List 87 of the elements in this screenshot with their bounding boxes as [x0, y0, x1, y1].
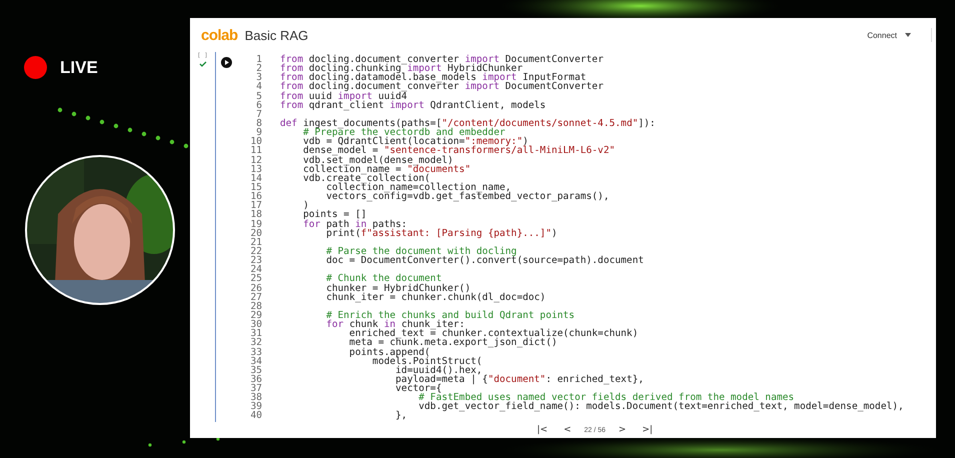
line-number: 28	[249, 302, 262, 311]
line-number: 9	[256, 128, 262, 138]
code-line: payload=meta | {"document": enriched_text},	[394, 374, 644, 384]
first-page-button[interactable]: |<	[534, 425, 551, 435]
code-line: # Parse the document with docling	[325, 246, 517, 256]
line-number: 2	[255, 64, 262, 74]
code-line: dense_model = "sentence-transformers/all-MiniLM-L6-v2"	[302, 146, 616, 156]
code-line: collection_name=collection_name,	[326, 182, 512, 192]
code-line: from docling.document_converter import DocumentConverter	[280, 55, 604, 64]
line-number: 1	[255, 55, 262, 64]
line-number: 33	[249, 348, 262, 357]
code-line: id=uuid4().hex,	[396, 366, 482, 375]
caret-icon	[905, 33, 911, 37]
line-number: 26	[249, 284, 262, 293]
code-line: models.PointStruct(	[372, 356, 482, 366]
line-number: 37	[249, 384, 262, 394]
line-number: 34	[249, 356, 262, 366]
notebook-title[interactable]: Basic RAG	[244, 28, 308, 42]
next-page-button[interactable]: >	[616, 425, 630, 435]
line-number: 32	[249, 338, 262, 348]
line-number: 4	[255, 82, 262, 92]
code-line: # FastEmbed uses named vector fields derived from the model names	[418, 393, 794, 402]
line-number: 35	[249, 366, 262, 375]
code-line: vdb = QdrantClient(location=":memory:")	[302, 137, 528, 146]
code-line: vectors_config=vdb.get_fastembed_vector_params(),	[325, 192, 610, 202]
code-line: # Prepare the vectordb and embedder	[302, 128, 506, 138]
line-number: 22	[249, 246, 262, 256]
line-number: 18	[249, 210, 262, 220]
line-number: 23	[249, 256, 262, 266]
line-number: 40	[249, 411, 262, 421]
run-icon[interactable]	[221, 57, 232, 68]
line-number: 31	[249, 329, 262, 338]
code-line: from qdrant_client import QdrantClient, models	[280, 100, 546, 110]
line-number: 24	[249, 265, 262, 274]
line-number: 3	[255, 73, 262, 82]
code-line: for chunk in chunk_iter:	[325, 320, 465, 330]
line-number: 5	[255, 92, 262, 101]
line-number: 21	[249, 238, 262, 247]
live-label: LIVE	[60, 58, 98, 78]
line-number: 16	[249, 192, 262, 202]
code-line: # Enrich the chunks and build Qdrant points	[325, 310, 575, 320]
code-line: )	[302, 201, 309, 210]
code-line: vector={	[394, 384, 442, 394]
line-number: 14	[249, 174, 262, 183]
code-line: from uuid import uuid4	[280, 92, 408, 101]
code-line: chunk_iter = chunker.chunk(dl_doc=doc)	[325, 292, 546, 302]
line-number: 39	[249, 402, 262, 412]
code-line: points.append(	[348, 348, 430, 357]
code-line: from docling.document_converter import DocumentConverter	[280, 82, 604, 92]
line-number: 8	[255, 118, 262, 128]
code-line: points = []	[302, 210, 367, 220]
code-line: def ingest_documents(paths=["/content/documents/sonnet-4.5.md"]):	[280, 118, 656, 128]
colab-logo: colab	[201, 26, 238, 44]
line-number: 20	[249, 228, 262, 238]
line-number: 38	[249, 393, 262, 402]
code-line: print(f"assistant: [Parsing {path}...]")	[325, 228, 558, 238]
code-line: meta = chunk.meta.export_json_dict()	[348, 338, 558, 348]
line-number: 13	[249, 164, 262, 174]
last-page-button[interactable]: >|	[639, 425, 656, 435]
connect-button[interactable]: Connect	[863, 28, 915, 42]
code-line: chunker = HybridChunker()	[325, 284, 471, 293]
code-line: vdb.get_vector_field_name(): models.Document(text=enriched_text, model=dense_model),	[418, 402, 904, 412]
line-number: 19	[249, 220, 262, 229]
line-number: 29	[249, 310, 262, 320]
line-number: 25	[249, 274, 262, 284]
code-line: for path in paths:	[302, 220, 408, 229]
line-number: 12	[249, 156, 262, 165]
code-line: from docling.datamodel.base_models import InputFormat	[280, 73, 586, 82]
live-dot-icon	[24, 56, 47, 79]
code-line: enriched_text = chunker.contextualize(chunk=chunk)	[348, 329, 638, 338]
code-line: vdb.create_collection(	[302, 174, 430, 183]
code-line: vdb.set_model(dense_model)	[302, 156, 454, 165]
line-number: 11	[249, 146, 262, 156]
line-number: 27	[249, 292, 262, 302]
code-line: collection_name = "documents"	[302, 164, 471, 174]
line-number: 10	[249, 137, 262, 146]
line-number: 15	[249, 182, 262, 192]
line-number: 6	[255, 100, 262, 110]
line-number: 7	[255, 110, 262, 119]
code-line: # Chunk the document	[325, 274, 442, 284]
line-number: 30	[249, 320, 262, 330]
code-line: from docling.chunking import HybridChunker	[280, 64, 523, 74]
line-number: 17	[249, 201, 262, 210]
previous-page-button[interactable]: <	[560, 425, 574, 435]
line-number: 36	[249, 374, 262, 384]
code-line: doc = DocumentConverter().convert(source=path).document	[325, 256, 644, 266]
code-line: },	[394, 411, 408, 421]
